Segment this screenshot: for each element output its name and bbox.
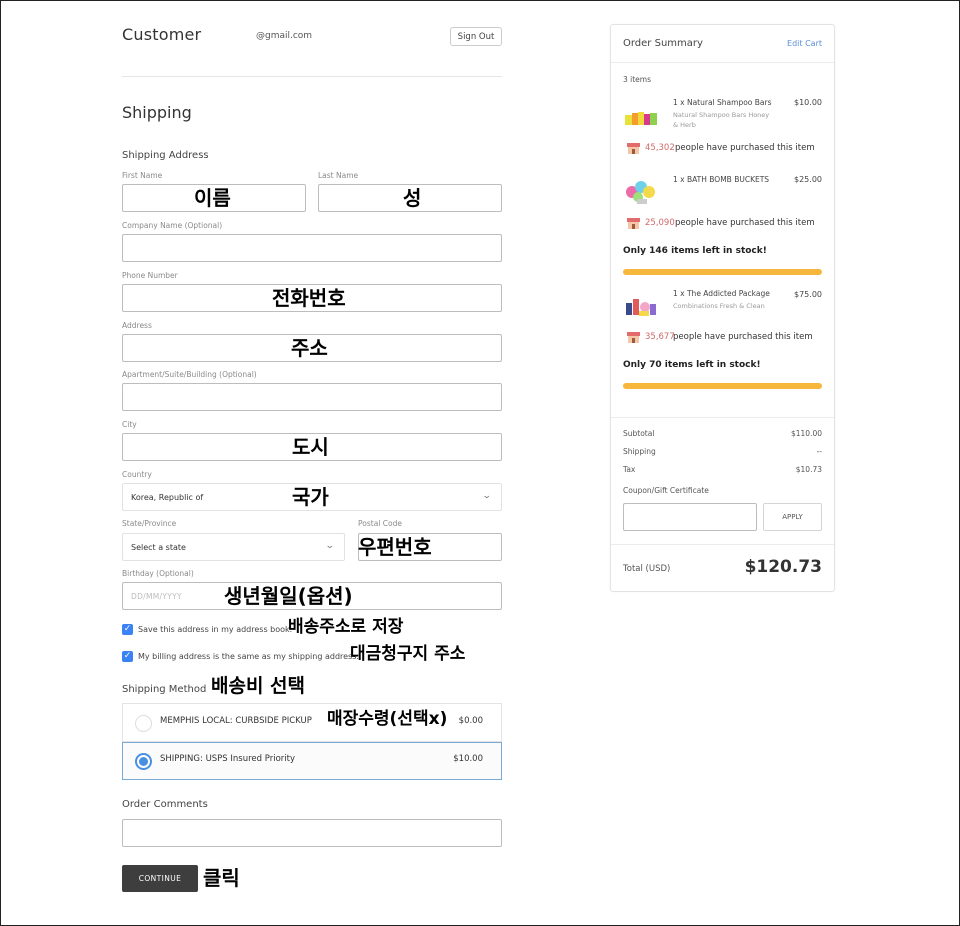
item-price: $10.00 [794, 98, 822, 107]
billing-same-label: My billing address is the same as my shi… [138, 652, 359, 661]
last-name-label: Last Name [318, 171, 359, 180]
save-address-label: Save this address in my address book. [138, 625, 293, 634]
addicted-package-thumbnail [626, 299, 656, 316]
store-icon [627, 218, 640, 229]
state-value: Select a state [131, 543, 186, 552]
continue-button[interactable]: CONTINUE [122, 865, 198, 892]
company-label: Company Name (Optional) [122, 221, 223, 230]
apartment-label: Apartment/Suite/Building (Optional) [122, 370, 257, 379]
purchase-text: people have purchased this item [675, 143, 815, 153]
shipping-address-label: Shipping Address [122, 150, 209, 161]
purchase-text: people have purchased this item [675, 218, 815, 228]
apartment-input[interactable] [122, 383, 502, 411]
billing-same-checkbox[interactable]: ✓ [122, 651, 133, 662]
last-name-annotation: 성 [403, 186, 422, 210]
shipping-title: Shipping [122, 103, 192, 122]
stock-progress-bar [623, 269, 822, 275]
birthday-annotation: 생년월일(옵션) [224, 584, 353, 608]
shampoo-bars-thumbnail [625, 112, 657, 125]
tax-value: $10.73 [795, 465, 822, 474]
coupon-input[interactable] [623, 503, 757, 531]
stock-message: Only 70 items left in stock! [623, 360, 761, 370]
country-value: Korea, Republic of [131, 493, 204, 502]
pickup-annotation: 매장수령(선택x) [327, 709, 448, 729]
chevron-down-icon: ⌄ [482, 491, 493, 501]
birthday-label: Birthday (Optional) [122, 569, 194, 578]
continue-annotation: 클릭 [203, 866, 240, 890]
store-icon [627, 143, 640, 154]
divider [611, 544, 834, 545]
option-name: MEMPHIS LOCAL: CURBSIDE PICKUP [160, 716, 312, 726]
city-annotation: 도시 [292, 435, 329, 459]
stock-message: Only 146 items left in stock! [623, 246, 767, 256]
item-desc: Natural Shampoo Bars Honey & Herb [673, 111, 770, 129]
divider [611, 62, 834, 63]
postal-annotation: 우편번호 [358, 535, 432, 559]
order-summary-panel: Order Summary Edit Cart 3 items 1 x Natu… [610, 24, 835, 592]
address-annotation: 주소 [291, 336, 328, 360]
option-name: SHIPPING: USPS Insured Priority [160, 754, 295, 764]
save-address-annotation: 배송주소로 저장 [288, 617, 404, 637]
bath-bomb-thumbnail [626, 181, 655, 204]
item-price: $75.00 [794, 290, 822, 299]
item-name: 1 x Natural Shampoo Bars [673, 98, 772, 107]
option-price: $0.00 [458, 716, 483, 726]
option-price: $10.00 [453, 754, 483, 764]
item-name: 1 x The Addicted Package [673, 289, 770, 298]
first-name-annotation: 이름 [194, 186, 231, 210]
shipping-option-usps[interactable]: SHIPPING: USPS Insured Priority $10.00 [122, 742, 502, 780]
customer-title: Customer [122, 25, 202, 44]
shipping-method-annotation: 배송비 선택 [211, 675, 306, 697]
phone-label: Phone Number [122, 271, 178, 280]
shipping-value: -- [816, 447, 822, 456]
address-label: Address [122, 321, 152, 330]
city-label: City [122, 420, 137, 429]
chevron-down-icon: ⌄ [325, 541, 336, 551]
save-address-checkbox[interactable]: ✓ [122, 624, 133, 635]
postal-label: Postal Code [358, 519, 402, 528]
state-select[interactable]: Select a state ⌄ [122, 533, 345, 561]
apply-button[interactable]: APPLY [763, 503, 822, 531]
radio-button-selected[interactable] [135, 753, 152, 770]
subtotal-label: Subtotal [623, 429, 655, 438]
first-name-label: First Name [122, 171, 163, 180]
birthday-placeholder: DD/MM/YYYY [131, 592, 182, 601]
customer-email: @gmail.com [256, 31, 313, 41]
order-summary-title: Order Summary [623, 38, 703, 49]
order-comments-label: Order Comments [122, 799, 208, 810]
phone-annotation: 전화번호 [272, 286, 346, 310]
purchase-count: 45,302 [645, 143, 675, 153]
subtotal-value: $110.00 [790, 429, 822, 438]
billing-same-annotation: 대금청구지 주소 [350, 644, 466, 664]
shipping-label: Shipping [623, 447, 656, 456]
purchase-count: 35,677 [645, 332, 675, 342]
radio-button[interactable] [135, 715, 152, 732]
edit-cart-link[interactable]: Edit Cart [787, 39, 822, 48]
country-annotation: 국가 [292, 485, 329, 509]
coupon-label: Coupon/Gift Certificate [623, 486, 709, 495]
order-comments-input[interactable] [122, 819, 502, 847]
total-label: Total (USD) [623, 564, 671, 574]
item-price: $25.00 [794, 175, 822, 184]
sign-out-button[interactable]: Sign Out [450, 27, 502, 46]
tax-label: Tax [623, 465, 636, 474]
country-label: Country [122, 470, 152, 479]
item-desc: Combinations Fresh & Clean [673, 302, 765, 310]
item-name: 1 x BATH BOMB BUCKETS [673, 175, 770, 184]
stock-progress-bar [623, 383, 822, 389]
company-input[interactable] [122, 234, 502, 262]
store-icon [627, 332, 640, 343]
state-label: State/Province [122, 519, 177, 528]
total-value: $120.73 [744, 557, 822, 577]
shipping-method-label: Shipping Method [122, 684, 207, 695]
purchase-count: 25,090 [645, 218, 675, 228]
divider [122, 76, 502, 77]
purchase-text: people have purchased this item [673, 332, 813, 342]
items-count: 3 items [623, 75, 652, 84]
divider [611, 417, 834, 418]
